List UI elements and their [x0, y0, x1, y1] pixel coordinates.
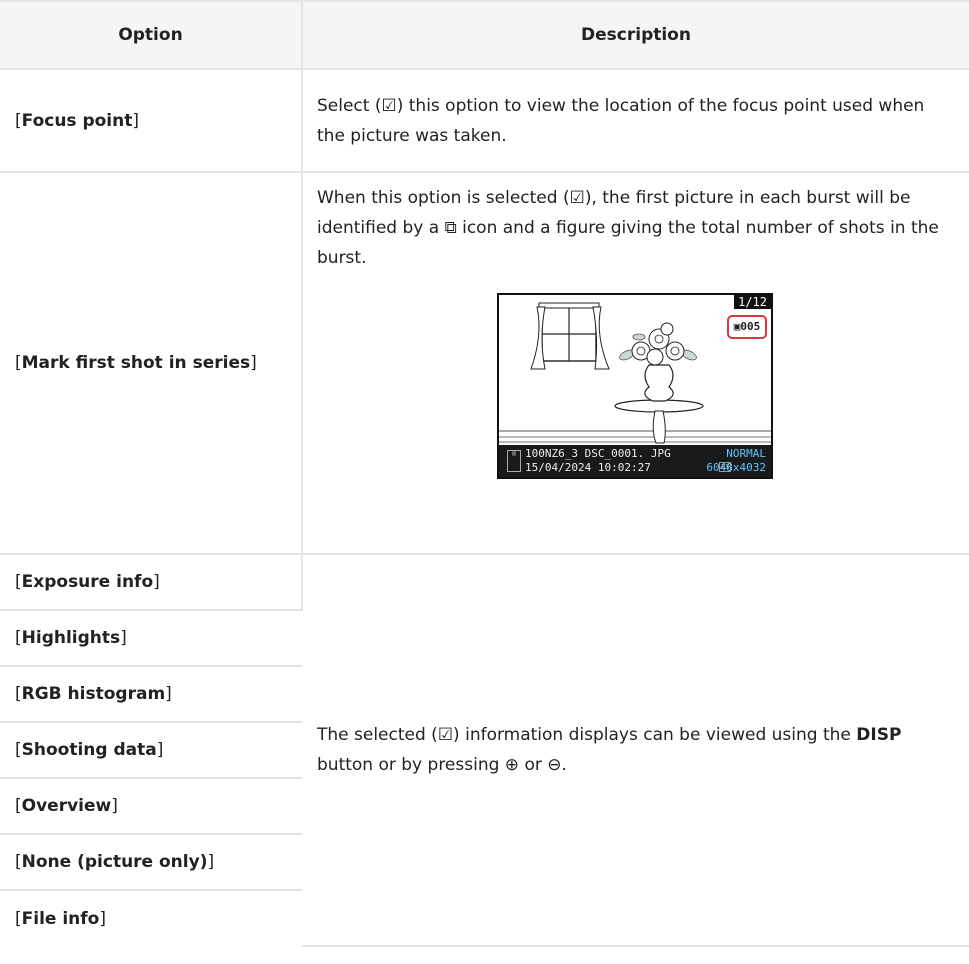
option-cell: [Mark first shot in series]: [0, 172, 303, 555]
info-bar: ▤ 100NZ6_3 DSC_0001. JPG 15/04/2024 10:0…: [499, 445, 771, 477]
description-text-after: button or by pressing ⊕ or ⊖.: [317, 755, 567, 775]
option-name: Highlights: [21, 628, 121, 648]
description-cell: Select (☑) this option to view the locat…: [302, 69, 969, 173]
description-text-before: The selected (☑) information displays ca…: [317, 725, 857, 745]
option-cell: [Focus point]: [0, 69, 303, 173]
option-cell: [Highlights]: [0, 610, 302, 667]
option-cell: [None (picture only)]: [0, 834, 302, 891]
option-cell: [Exposure info]: [0, 554, 303, 611]
disp-button-label: DISP: [856, 725, 902, 745]
header-description: Description: [302, 0, 969, 70]
option-name: File info: [21, 908, 100, 929]
option-cell: [Overview]: [0, 778, 302, 835]
description-text: When this option is selected (☑), the fi…: [317, 188, 939, 268]
description-cell: When this option is selected (☑), the fi…: [302, 172, 969, 555]
shared-description-cell: The selected (☑) information displays ca…: [302, 554, 969, 947]
options-table: Option Description [Focus point] Select …: [0, 0, 969, 947]
table-row: [Mark first shot in series] When this op…: [0, 172, 969, 555]
option-cell: [File info]: [15, 908, 107, 929]
option-name: RGB histogram: [21, 684, 166, 704]
option-cell: [RGB histogram]: [0, 666, 302, 723]
table-row: [Focus point] Select (☑) this option to …: [0, 69, 969, 173]
image-size: 6048x4032: [706, 461, 766, 474]
option-name: Mark first shot in series: [21, 353, 251, 373]
option-name: Shooting data: [21, 740, 157, 760]
table-row: [Exposure info] The selected (☑) informa…: [0, 554, 969, 947]
option-name: None (picture only): [21, 852, 208, 872]
option-cell: [Shooting data]: [0, 722, 302, 779]
option-name: Overview: [21, 796, 112, 816]
table-header-row: Option Description: [0, 0, 969, 70]
protect-icon: ▤: [507, 450, 521, 472]
date-time: 15/04/2024 10:02:27: [525, 461, 651, 474]
image-quality: NORMAL: [726, 447, 766, 460]
folder-file-name: 100NZ6_3 DSC_0001. JPG: [525, 447, 671, 460]
camera-playback-screen: 1/12 ▣005 ▤ 100NZ6_3 DSC_0001. JPG 15/04…: [497, 293, 773, 479]
option-name: Focus point: [21, 110, 133, 131]
header-option: Option: [0, 0, 303, 70]
option-name: Exposure info: [21, 572, 154, 592]
frame-counter: 1/12: [734, 295, 771, 309]
burst-count-badge: ▣005: [727, 315, 767, 339]
